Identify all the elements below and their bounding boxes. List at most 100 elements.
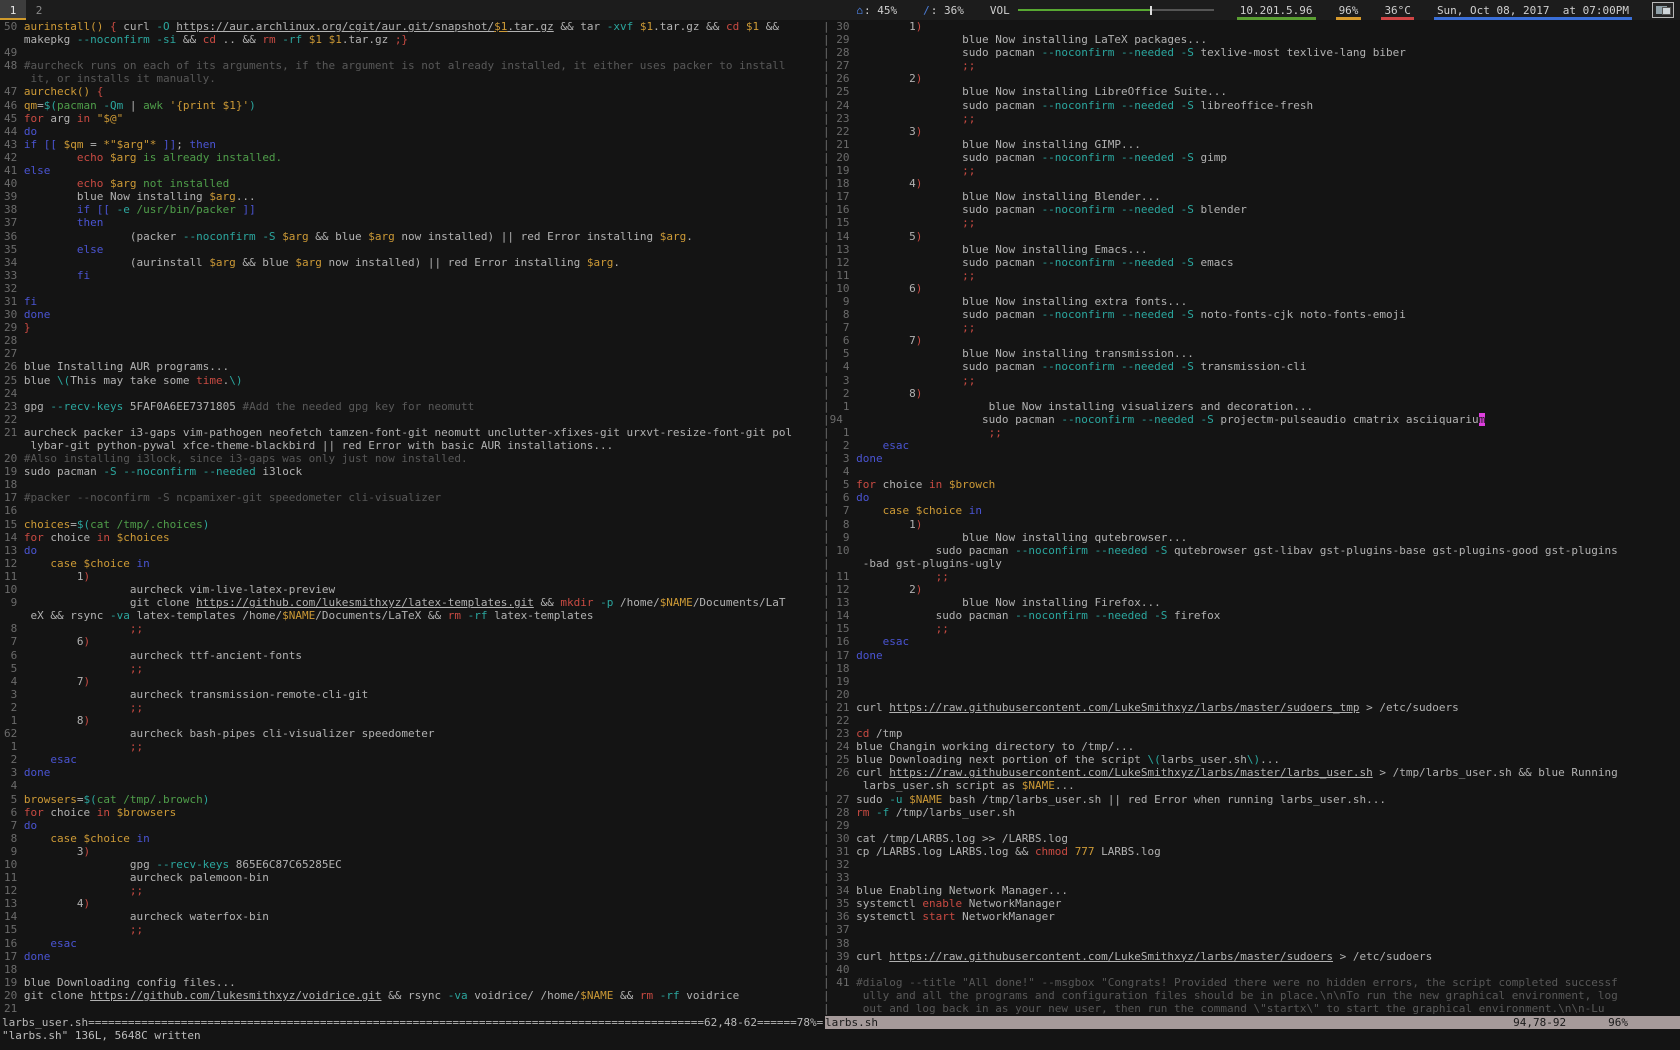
code-line: | 24 blue Changin working directory to /… xyxy=(823,740,1680,753)
code-line: | 28 rm -f /tmp/larbs_user.sh xyxy=(823,806,1680,819)
code-line: 10 gpg --recv-keys 865E6C87C65285EC xyxy=(4,858,823,871)
code-line: | 22 3) xyxy=(823,125,1680,138)
code-line: 6 for choice in $browsers xyxy=(4,806,823,819)
top-status-bar: 1 2 ⌂ : 45% / : 36% VOL 10.201.5.96 xyxy=(0,0,1680,20)
statusline-larbs-user: larbs_user.sh===========================… xyxy=(0,1016,825,1029)
code-line: | 27 sudo -u $NAME bash /tmp/larbs_user.… xyxy=(823,793,1680,806)
code-line: 22 xyxy=(4,413,823,426)
system-tray-display-icon[interactable] xyxy=(1652,2,1674,18)
code-line: 31 fi xyxy=(4,295,823,308)
ip-address-label: 10.201.5.96 xyxy=(1240,4,1313,17)
root-partition-icon: / xyxy=(923,4,930,17)
code-line: | 29 xyxy=(823,819,1680,832)
code-line: |94 sudo pacman --noconfirm --needed -S … xyxy=(823,413,1680,426)
volume-level-bar xyxy=(1018,9,1150,11)
code-line: | 28 sudo pacman --noconfirm --needed -S… xyxy=(823,46,1680,59)
statusbar-modules: ⌂ : 45% / : 36% VOL 10.201.5.96 96% xyxy=(853,0,1680,20)
code-line: | 38 xyxy=(823,937,1680,950)
code-line: | 20 sudo pacman --noconfirm --needed -S… xyxy=(823,151,1680,164)
code-line: 3 aurcheck transmission-remote-cli-git xyxy=(4,688,823,701)
code-line: 14 aurcheck waterfox-bin xyxy=(4,910,823,923)
code-line: | 6 7) xyxy=(823,334,1680,347)
code-line: | 30 cat /tmp/LARBS.log >> /LARBS.log xyxy=(823,832,1680,845)
code-line: 25 blue \(This may take some time.\) xyxy=(4,374,823,387)
code-line: 3 done xyxy=(4,766,823,779)
code-line: 43 if [[ $qm = *"$arg"* ]]; then xyxy=(4,138,823,151)
code-line: | ully and all the programs and configur… xyxy=(823,989,1680,1002)
code-line: 12 ;; xyxy=(4,884,823,897)
home-icon: ⌂ xyxy=(856,4,863,17)
vim-message-line: "larbs.sh" 136L, 5648C written xyxy=(0,1029,1680,1042)
code-line: 35 else xyxy=(4,243,823,256)
home-usage-label: : 45% xyxy=(864,4,897,17)
workspace-tag-1[interactable]: 1 xyxy=(0,0,26,20)
code-line: 4 7) xyxy=(4,675,823,688)
code-line: | 21 curl https://raw.githubusercontent.… xyxy=(823,701,1680,714)
code-line: | 13 blue Now installing Firefox... xyxy=(823,596,1680,609)
code-line: | 7 ;; xyxy=(823,321,1680,334)
root-disk-usage: / : 36% xyxy=(920,0,967,20)
volume-slider[interactable] xyxy=(1018,6,1214,15)
workspace-tag-2[interactable]: 2 xyxy=(26,0,52,20)
code-line: | 22 xyxy=(823,714,1680,727)
code-line: | 5 for choice in $browch xyxy=(823,478,1680,491)
code-line: | 15 ;; xyxy=(823,216,1680,229)
code-line: | 17 blue Now installing Blender... xyxy=(823,190,1680,203)
code-line: 44 do xyxy=(4,125,823,138)
code-line: it, or installs it manually. xyxy=(4,72,823,85)
desktop: 1 2 ⌂ : 45% / : 36% VOL 10.201.5.96 xyxy=(0,0,1680,1050)
battery-indicator: 96% xyxy=(1336,0,1362,20)
code-line: 50 aurinstall() { curl -O https://aur.ar… xyxy=(4,20,823,33)
code-line: eX && rsync -va latex-templates /home/$N… xyxy=(4,609,823,622)
code-line: | 26 2) xyxy=(823,72,1680,85)
code-line: 17 done xyxy=(4,950,823,963)
code-line: 38 if [[ -e /usr/bin/packer ]] xyxy=(4,203,823,216)
code-line: 18 xyxy=(4,963,823,976)
code-line: 7 do xyxy=(4,819,823,832)
code-line: | 31 cp /LARBS.log LARBS.log && chmod 77… xyxy=(823,845,1680,858)
code-line: 9 git clone https://github.com/lukesmith… xyxy=(4,596,823,609)
code-line: | 32 xyxy=(823,858,1680,871)
temperature-indicator: 36°C xyxy=(1381,0,1414,20)
code-line: | 6 do xyxy=(823,491,1680,504)
code-line: 16 xyxy=(4,504,823,517)
code-line: 27 xyxy=(4,347,823,360)
code-line: | 30 1) xyxy=(823,20,1680,33)
statusline-gap xyxy=(1566,1016,1608,1029)
display-icon-window xyxy=(1662,7,1671,15)
code-line: 30 done xyxy=(4,308,823,321)
code-line: | 41 #dialog --title "All done!" --msgbo… xyxy=(823,976,1680,989)
pane-right[interactable]: | 30 1)| 29 blue Now installing LaTeX pa… xyxy=(823,20,1680,1016)
ip-address: 10.201.5.96 xyxy=(1237,0,1316,20)
bottom-filler xyxy=(0,1042,1680,1050)
code-line: 36 (packer --noconfirm -S $arg && blue $… xyxy=(4,230,823,243)
code-line: | 10 sudo pacman --noconfirm --needed -S… xyxy=(823,544,1680,557)
code-line: | 27 ;; xyxy=(823,59,1680,72)
volume-rail-empty xyxy=(1152,9,1214,11)
vim-statusline-row: larbs_user.sh===========================… xyxy=(0,1016,1680,1029)
temperature-label: 36°C xyxy=(1384,4,1411,17)
code-line: | 1 ;; xyxy=(823,426,1680,439)
code-line: 5 browsers=$(cat /tmp/.browch) xyxy=(4,793,823,806)
code-line: | 20 xyxy=(823,688,1680,701)
pane-left[interactable]: 50 aurinstall() { curl -O https://aur.ar… xyxy=(0,20,823,1016)
code-line: 40 echo $arg not installed xyxy=(4,177,823,190)
code-line: | 4 xyxy=(823,465,1680,478)
code-line: 1 ;; xyxy=(4,740,823,753)
code-line: | 17 done xyxy=(823,649,1680,662)
code-line: | 19 ;; xyxy=(823,164,1680,177)
code-line: 21 aurcheck packer i3-gaps vim-pathogen … xyxy=(4,426,823,439)
root-usage-label: : 36% xyxy=(931,4,964,17)
code-line: 26 blue Installing AUR programs... xyxy=(4,360,823,373)
code-line: | 35 systemctl enable NetworkManager xyxy=(823,897,1680,910)
code-line: | out and log back in as your new user, … xyxy=(823,1002,1680,1015)
code-line: | 12 sudo pacman --noconfirm --needed -S… xyxy=(823,256,1680,269)
code-line: 20 git clone https://github.com/lukesmit… xyxy=(4,989,823,1002)
code-line: 23 gpg --recv-keys 5FAF0A6EE7371805 #Add… xyxy=(4,400,823,413)
code-line: | -bad gst-plugins-ugly xyxy=(823,557,1680,570)
code-line: | 7 case $choice in xyxy=(823,504,1680,517)
datetime-label: Sun, Oct 08, 2017 at 07:00PM xyxy=(1437,4,1629,17)
code-line: 47 aurcheck() { xyxy=(4,85,823,98)
code-line: 15 ;; xyxy=(4,923,823,936)
code-line: | 4 sudo pacman --noconfirm --needed -S … xyxy=(823,360,1680,373)
